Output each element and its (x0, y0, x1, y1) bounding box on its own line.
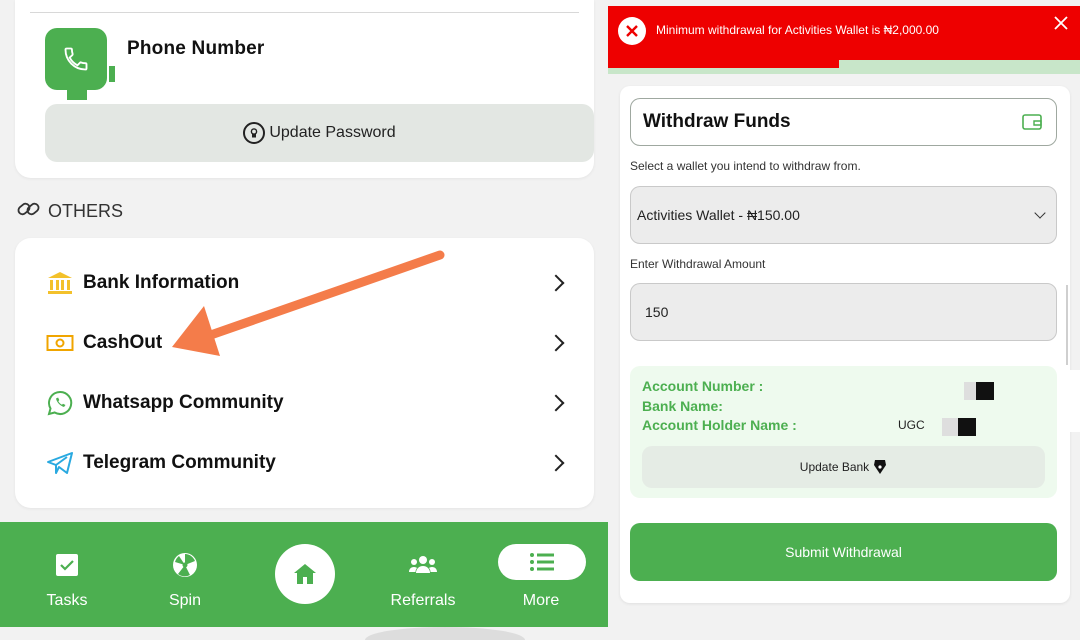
wallet-icon (1022, 114, 1042, 130)
withdraw-title-box: Withdraw Funds (630, 98, 1057, 146)
amount-label: Enter Withdrawal Amount (630, 257, 766, 271)
update-bank-label: Update Bank (799, 460, 870, 474)
account-holder-label: Account Holder Name : (642, 417, 797, 433)
amount-input[interactable]: 150 (630, 283, 1057, 341)
toast-progress-track (608, 60, 1080, 74)
edge-strip (1070, 370, 1080, 432)
toast-progress-bar (608, 60, 840, 68)
withdraw-card: Withdraw Funds Select a wallet you inten… (620, 86, 1070, 603)
more-menu-icon (498, 544, 586, 580)
redacted-account-number (976, 382, 994, 400)
submit-withdrawal-label: Submit Withdrawal (785, 544, 902, 560)
nav-label: Tasks (46, 592, 88, 609)
submit-withdrawal-button[interactable]: Submit Withdrawal (630, 523, 1057, 581)
chevron-down-icon (1034, 207, 1046, 219)
nav-spin[interactable]: Spin (155, 522, 215, 627)
amount-input-value: 150 (645, 304, 669, 320)
bank-details-box: Account Number : Bank Name: Account Hold… (630, 366, 1057, 498)
toast-message: Minimum withdrawal for Activities Wallet… (656, 23, 939, 37)
account-number-label: Account Number : (642, 378, 764, 394)
wallet-select[interactable]: Activities Wallet - ₦150.00 (630, 186, 1057, 244)
bottom-spacer (0, 627, 608, 640)
people-icon (408, 550, 438, 580)
redacted-account-number (964, 382, 976, 400)
nav-referrals[interactable]: Referrals (383, 522, 463, 627)
home-icon (294, 564, 316, 584)
checkbox-icon (55, 550, 79, 580)
redacted-account-holder (958, 418, 976, 436)
error-icon (618, 17, 646, 45)
error-toast: Minimum withdrawal for Activities Wallet… (608, 6, 1080, 60)
close-icon[interactable] (1052, 14, 1070, 32)
scrollbar[interactable] (1066, 285, 1068, 365)
wallet-prompt: Select a wallet you intend to withdraw f… (630, 159, 861, 173)
redacted-account-holder (942, 418, 958, 436)
nav-label: Referrals (390, 592, 456, 609)
app-screen-more: Phone Number Update Password OTHERS Bank… (0, 0, 608, 640)
nav-label: Spin (168, 592, 202, 609)
nav-tasks[interactable]: Tasks (37, 522, 97, 627)
home-button[interactable] (275, 544, 335, 604)
update-bank-button[interactable]: Update Bank (642, 446, 1045, 488)
pen-nib-icon (874, 460, 887, 474)
nav-label: More (522, 592, 560, 609)
withdraw-title: Withdraw Funds (643, 111, 791, 132)
account-holder-value: UGC (898, 418, 925, 432)
app-screen-withdraw: Minimum withdrawal for Activities Wallet… (608, 0, 1080, 640)
spin-wheel-icon (172, 550, 198, 580)
wallet-select-value: Activities Wallet - ₦150.00 (637, 207, 800, 223)
bank-name-label: Bank Name: (642, 398, 723, 414)
